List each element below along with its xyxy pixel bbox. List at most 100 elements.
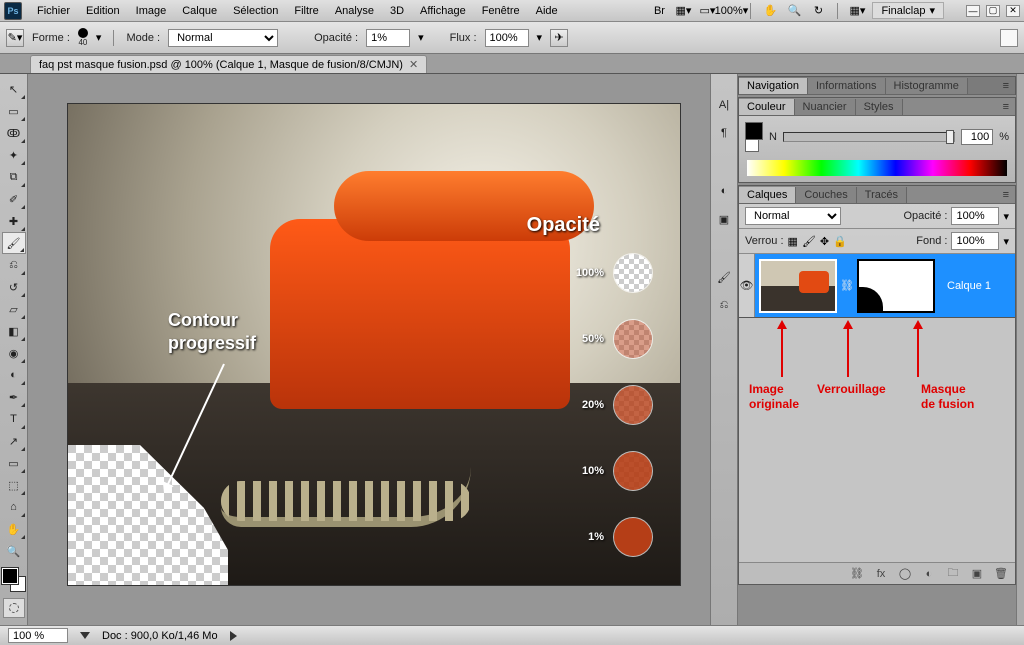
new-layer-icon[interactable]: ▣ — [969, 566, 985, 582]
spectrum-picker[interactable] — [747, 160, 1007, 176]
opacity-input[interactable]: 1% — [366, 29, 410, 47]
color-value-input[interactable]: 100 — [961, 129, 993, 145]
adjustments-panel-icon[interactable]: ◐ — [713, 180, 735, 202]
stamp-tool[interactable]: ⎌ — [2, 254, 26, 276]
tab-histogramme[interactable]: Histogramme — [886, 78, 968, 94]
link-layers-icon[interactable]: ⛓ — [849, 566, 865, 582]
status-zoom-input[interactable]: 100 % — [8, 628, 68, 643]
close-window[interactable]: ✕ — [1006, 5, 1020, 17]
color-panel-menu-icon[interactable]: ≡ — [997, 99, 1015, 115]
layer-name-label[interactable]: Calque 1 — [939, 280, 991, 292]
menu-affichage[interactable]: Affichage — [413, 3, 473, 19]
tab-navigation[interactable]: Navigation — [739, 78, 808, 94]
lock-pixels-icon[interactable]: 🖌 — [802, 235, 816, 248]
foreground-color-swatch[interactable] — [2, 568, 18, 584]
hand-icon[interactable]: ✋ — [761, 2, 779, 20]
crop-tool[interactable]: ⧉ — [2, 166, 26, 188]
quickmask-icon[interactable] — [3, 598, 25, 618]
shape-tool[interactable]: ▭ — [2, 452, 26, 474]
brush-preview[interactable]: 40 — [78, 28, 88, 47]
lock-all-icon[interactable]: 🔒 — [833, 235, 847, 248]
adjustment-layer-icon[interactable]: ◐ — [921, 566, 937, 582]
menu-edition[interactable]: Edition — [79, 3, 127, 19]
paragraph-panel-icon[interactable]: ¶ — [713, 122, 735, 144]
brush-tool[interactable]: 🖌 — [2, 232, 26, 254]
layer-fill-dropdown-icon[interactable]: ▾ — [1003, 235, 1009, 248]
lasso-tool[interactable]: ↂ — [2, 122, 26, 144]
color-swatches[interactable] — [2, 568, 26, 592]
path-select-tool[interactable]: ↗ — [2, 430, 26, 452]
flow-dropdown-icon[interactable]: ▾ — [537, 31, 543, 44]
layer-blend-select[interactable]: Normal — [745, 207, 841, 225]
menu-image[interactable]: Image — [129, 3, 174, 19]
fx-icon[interactable]: fx — [873, 566, 889, 582]
marquee-tool[interactable]: ▭ — [2, 100, 26, 122]
menu-aide[interactable]: Aide — [529, 3, 565, 19]
eyedropper-tool[interactable]: ✐ — [2, 188, 26, 210]
3d-camera-tool[interactable]: ⌂ — [2, 496, 26, 518]
clone-source-panel-icon[interactable]: ⎌ — [713, 294, 735, 316]
gradient-tool[interactable]: ◧ — [2, 320, 26, 342]
color-fg-swatch[interactable] — [745, 122, 763, 140]
layer-opacity-input[interactable]: 100% — [951, 207, 999, 225]
character-panel-icon[interactable]: A| — [713, 94, 735, 116]
document-canvas[interactable]: Contour progressif Opacité 100% 50% 20% … — [68, 104, 680, 585]
menu-fichier[interactable]: Fichier — [30, 3, 77, 19]
color-bg-swatch[interactable] — [745, 138, 759, 152]
tab-calques[interactable]: Calques — [739, 187, 796, 203]
heal-tool[interactable]: ✚ — [2, 210, 26, 232]
lock-transparency-icon[interactable]: ▦ — [788, 235, 798, 248]
zoom-readout[interactable]: 100% ▾ — [722, 2, 740, 20]
layer-row[interactable]: 👁 ⛓ Calque 1 — [739, 254, 1015, 318]
layer-opacity-dropdown-icon[interactable]: ▾ — [1003, 210, 1009, 223]
menu-selection[interactable]: Sélection — [226, 3, 285, 19]
opacity-dropdown-icon[interactable]: ▾ — [418, 31, 424, 44]
workspace-switcher[interactable]: Finalclap▾ — [872, 2, 944, 19]
pen-tool[interactable]: ✒ — [2, 386, 26, 408]
color-slider[interactable] — [783, 132, 955, 142]
bridge-icon[interactable]: Br — [650, 2, 668, 20]
flow-input[interactable]: 100% — [485, 29, 529, 47]
tab-styles[interactable]: Styles — [856, 99, 903, 115]
minimize-window[interactable]: — — [966, 5, 980, 17]
menu-analyse[interactable]: Analyse — [328, 3, 381, 19]
zoom-tool[interactable]: 🔍 — [2, 540, 26, 562]
wand-tool[interactable]: ✦ — [2, 144, 26, 166]
visibility-icon[interactable]: 👁 — [739, 254, 755, 317]
brush-panel-icon2[interactable]: 🖌 — [713, 266, 735, 288]
layer-fill-input[interactable]: 100% — [951, 232, 999, 250]
menu-fenetre[interactable]: Fenêtre — [475, 3, 527, 19]
panel-menu-icon[interactable]: ≡ — [997, 78, 1015, 94]
blur-tool[interactable]: ◉ — [2, 342, 26, 364]
tool-preset-icon[interactable]: ✎▾ — [6, 29, 24, 47]
maximize-window[interactable]: ▢ — [986, 5, 1000, 17]
3d-tool[interactable]: ⬚ — [2, 474, 26, 496]
blend-mode-select[interactable]: Normal — [168, 29, 278, 47]
add-mask-icon[interactable]: ◯ — [897, 566, 913, 582]
tab-couches[interactable]: Couches — [796, 187, 856, 203]
mask-link-icon[interactable]: ⛓ — [841, 279, 853, 292]
close-doc-icon[interactable]: ✕ — [409, 58, 418, 71]
status-prev-icon[interactable] — [80, 632, 90, 639]
delete-layer-icon[interactable]: 🗑 — [993, 566, 1009, 582]
panel-collapse-bar[interactable] — [1016, 74, 1024, 625]
layer-thumbnail[interactable] — [759, 259, 837, 313]
history-brush-tool[interactable]: ↺ — [2, 276, 26, 298]
canvas-area[interactable]: Contour progressif Opacité 100% 50% 20% … — [28, 74, 710, 625]
mask-thumbnail[interactable] — [857, 259, 935, 313]
status-next-icon[interactable] — [230, 631, 242, 641]
brush-dropdown-icon[interactable]: ▾ — [96, 31, 102, 44]
airbrush-icon[interactable]: ✈ — [550, 29, 568, 47]
tab-couleur[interactable]: Couleur — [739, 99, 795, 115]
document-tab[interactable]: faq pst masque fusion.psd @ 100% (Calque… — [30, 55, 427, 73]
type-tool[interactable]: T — [2, 408, 26, 430]
hand-tool[interactable]: ✋ — [2, 518, 26, 540]
layers-panel-menu-icon[interactable]: ≡ — [997, 187, 1015, 203]
tab-informations[interactable]: Informations — [808, 78, 886, 94]
rotate-icon[interactable]: ↻ — [809, 2, 827, 20]
dodge-tool[interactable]: ◐ — [2, 364, 26, 386]
zoom-icon[interactable]: 🔍 — [785, 2, 803, 20]
eraser-tool[interactable]: ▱ — [2, 298, 26, 320]
menu-calque[interactable]: Calque — [175, 3, 224, 19]
group-icon[interactable]: 🗀 — [945, 566, 961, 582]
